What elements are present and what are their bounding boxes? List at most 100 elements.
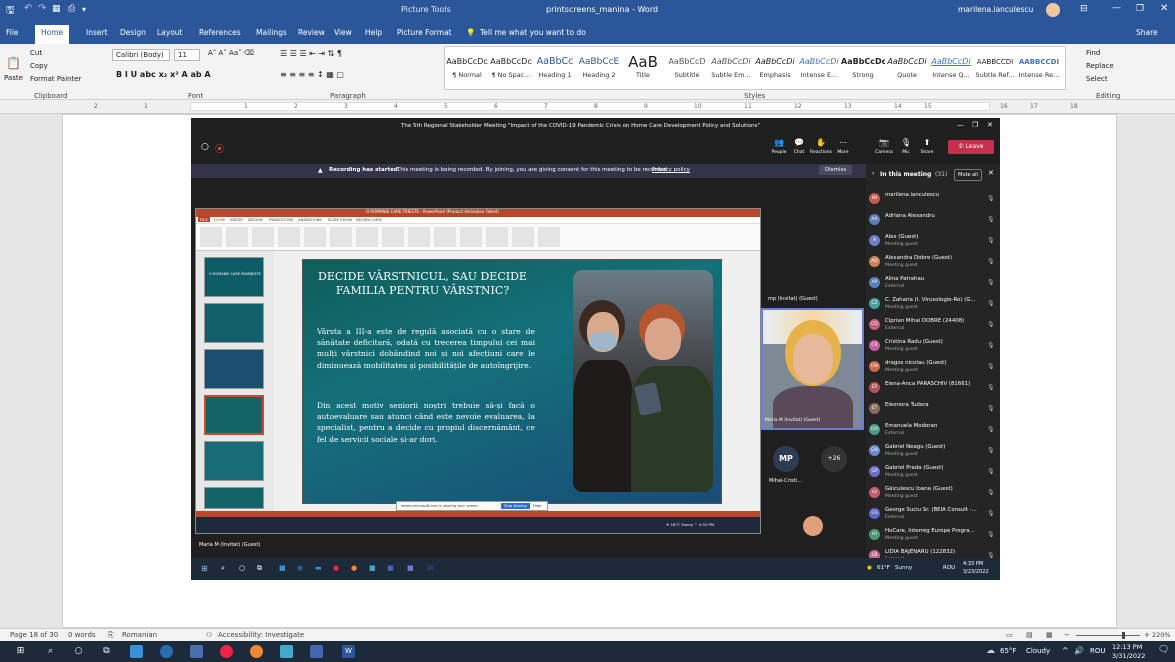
participant-row[interactable]: A Alex (Guest) Meeting guest 🎙 [869, 232, 999, 252]
reactions-icon[interactable]: ✋ [809, 138, 833, 147]
participant-row[interactable]: EM Emanuela Modoran External 🎙 [869, 421, 999, 441]
inner-taskview-icon[interactable]: ⧉ [257, 564, 262, 573]
chat-icon[interactable]: 💬 [789, 138, 809, 147]
more-icon[interactable]: ⋯ [833, 138, 853, 147]
keyboard-language[interactable]: ROU [1090, 647, 1106, 655]
inner-app-icon[interactable]: ● [351, 564, 357, 572]
font-size-select[interactable]: 11 [174, 49, 200, 61]
inner-app-icon[interactable]: ▬ [315, 564, 322, 572]
participant-row[interactable]: GN Gabriel Neagu (Guest) Meeting guest 🎙 [869, 442, 999, 462]
slide-thumbnail[interactable]: O ROMANIE CARE ÎNGRIJEȘTE [204, 257, 264, 297]
edge-icon[interactable] [160, 645, 173, 658]
view-icon[interactable]: ▦ [52, 4, 61, 14]
undo-icon[interactable]: ↶ [24, 3, 32, 14]
replace-button[interactable]: Replace [1086, 62, 1114, 70]
style-quote[interactable]: AaBbCcDi Quote [885, 51, 929, 89]
style-heading-2[interactable]: AaBbCcE Heading 2 [577, 51, 621, 89]
font-size-controls[interactable]: A˄ A˅ Aa˅ ⌫ [208, 49, 254, 57]
tab-home[interactable]: Home [35, 25, 70, 44]
mail-icon[interactable] [190, 645, 203, 658]
app-icon[interactable] [130, 645, 143, 658]
tab-insert[interactable]: Insert [86, 28, 108, 37]
font-format-controls[interactable]: B I U abc x₂ x² A ab A [116, 70, 211, 79]
inner-app-icon[interactable]: ■ [369, 564, 376, 572]
cortana-icon[interactable]: ○ [72, 645, 85, 658]
preview-icon[interactable]: ⎙ [68, 4, 75, 14]
read-mode-icon[interactable]: ▭ [1006, 631, 1013, 639]
copy-button[interactable]: Copy [30, 62, 48, 70]
list-controls[interactable]: ☰ ☰ ☰ ⇤ ⇥ ⇅ ¶ [280, 49, 342, 58]
accessibility-status[interactable]: Accessibility: Investigate [218, 631, 304, 639]
tell-me-box[interactable]: Tell me what you want to do [480, 28, 586, 37]
select-button[interactable]: Select [1086, 75, 1108, 83]
tab-file[interactable]: File [6, 28, 19, 37]
style-heading-1[interactable]: AaBbCc Heading 1 [533, 51, 577, 89]
search-icon[interactable]: ⌕ [44, 645, 57, 658]
inner-app-icon[interactable]: ■ [407, 564, 414, 572]
minimize-icon[interactable]: — [1112, 3, 1121, 13]
slide-thumbnail[interactable] [204, 441, 264, 481]
meeting-close-icon[interactable]: ✕ [987, 121, 993, 129]
notifications-icon[interactable]: 🗨 [1158, 645, 1169, 655]
participant-row[interactable]: AP Alina Patrahau External 🎙 [869, 274, 999, 294]
tray-chevron-icon[interactable]: ^ [1062, 646, 1069, 655]
restore-icon[interactable]: ❐ [1136, 4, 1144, 14]
dismiss-button[interactable]: Dismiss [819, 165, 853, 175]
camera-icon[interactable]: 📷 [873, 138, 895, 147]
slide-thumbnail[interactable] [204, 349, 264, 389]
web-layout-icon[interactable]: ▦ [1046, 631, 1053, 639]
inner-word-icon[interactable]: W [427, 564, 434, 572]
find-button[interactable]: Find [1086, 49, 1100, 57]
inner-app-icon[interactable]: ■ [387, 564, 394, 572]
paste-button[interactable]: Paste [4, 74, 23, 82]
shared-powerpoint[interactable]: O ROMANIE CARE TRIESTE - PowerPoint (Pro… [195, 208, 761, 534]
mute-all-button[interactable]: Mute all [954, 169, 982, 181]
word-icon[interactable]: W [342, 645, 355, 658]
zoom-out-icon[interactable]: − [1064, 631, 1070, 639]
horizontal-ruler[interactable]: 2 1 1 2 3 4 5 6 7 8 9 10 11 12 13 14 15 … [0, 100, 1175, 114]
redo-icon[interactable]: ↷ [38, 3, 46, 14]
format-painter-button[interactable]: Format Painter [30, 75, 81, 83]
tab-design[interactable]: Design [120, 28, 146, 37]
cut-button[interactable]: Cut [30, 49, 42, 57]
slide-thumbnail[interactable] [204, 487, 264, 509]
style-subtitle[interactable]: AaBbCcD Subtitle [665, 51, 709, 89]
zoom-slider[interactable] [1076, 635, 1140, 636]
word-count[interactable]: 0 words [68, 631, 96, 639]
qat-customize-icon[interactable]: ▾ [82, 5, 86, 14]
panel-close-icon[interactable]: ✕ [988, 169, 994, 177]
app-icon[interactable] [310, 645, 323, 658]
inner-start-icon[interactable]: ⊞ [201, 564, 208, 573]
participant-row[interactable]: MI marilena.ianculescu 🎙 [869, 190, 999, 210]
clock-date[interactable]: 3/31/2022 [1112, 652, 1145, 660]
inner-app-icon[interactable]: ● [333, 564, 339, 572]
style-no-spacing[interactable]: AaBbCcDc ¶ No Spac... [489, 51, 533, 89]
style-normal[interactable]: AaBbCcDc ¶ Normal [445, 51, 489, 89]
style-intense-quote[interactable]: AaBbCcDi Intense Q... [929, 51, 973, 89]
tab-view[interactable]: View [334, 28, 352, 37]
participant-row[interactable]: CZ C. Zaharia (I. Virusologie-Ro) (G... Me… [869, 295, 999, 315]
tab-layout[interactable]: Layout [157, 28, 183, 37]
privacy-policy-link[interactable]: Privacy policy [652, 167, 690, 173]
hide-button[interactable]: Hide [533, 504, 541, 508]
style-subtle-emphasis[interactable]: AaBbCcDi Subtle Em... [709, 51, 753, 89]
inner-app-icon[interactable]: ◉ [297, 564, 303, 572]
avatar[interactable] [1046, 3, 1060, 17]
print-layout-icon[interactable]: ▤ [1026, 631, 1033, 639]
participant-row[interactable]: AA Adriana Alexandru 🎙 [869, 211, 999, 231]
participant-row[interactable]: GI Găiculescu Ioana (Guest) Meeting guest 🎙 [869, 484, 999, 504]
style-title[interactable]: AaB Title [621, 51, 665, 89]
participant-row[interactable]: GP Gabriel Prada (Guest) Meeting guest 🎙 [869, 463, 999, 483]
participant-row[interactable]: ET Eleonora Tudora 🎙 [869, 400, 999, 420]
style-intense-reference[interactable]: AABBCCDI Intense Re... [1017, 51, 1061, 89]
share-button[interactable]: Share [1136, 28, 1158, 37]
font-name-select[interactable]: Calibri (Body) [112, 49, 170, 61]
style-intense-emphasis[interactable]: AaBbCcDi Intense E... [797, 51, 841, 89]
user-name[interactable]: marilena.ianculescu [958, 5, 1033, 14]
ribbon-display-icon[interactable]: ⊟ [1080, 4, 1088, 14]
task-view-icon[interactable]: ⧉ [100, 645, 113, 658]
tab-references[interactable]: References [199, 28, 241, 37]
paste-icon[interactable]: 📋 [6, 56, 21, 70]
participant-row[interactable]: AD Alexandra Dobre (Guest) Meeting guest 🎙 [869, 253, 999, 273]
participant-row[interactable]: DN dragos nicolau (Guest) Meeting guest 🎙 [869, 358, 999, 378]
